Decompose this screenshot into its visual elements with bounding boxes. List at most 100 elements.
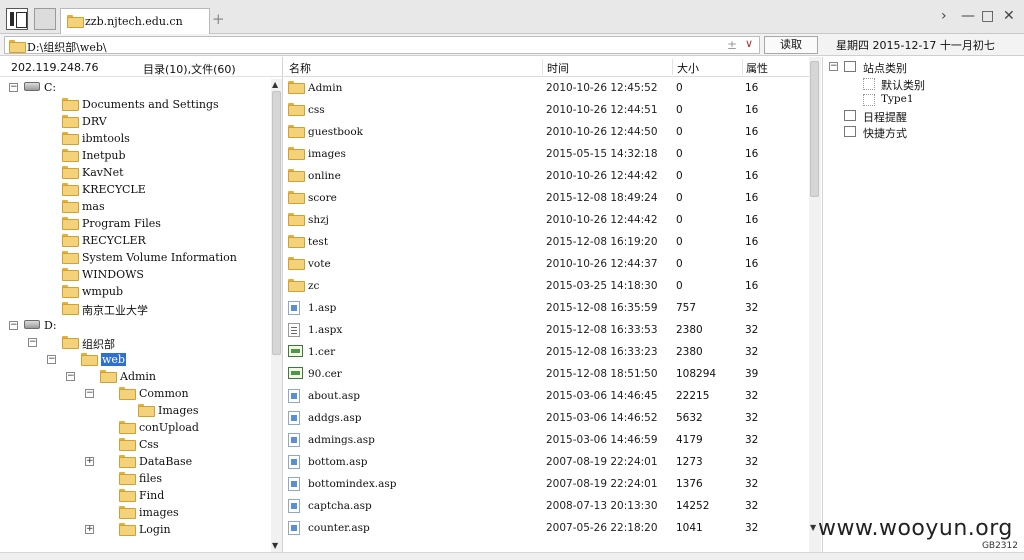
tree-node[interactable]: images — [0, 504, 270, 521]
tree-scroll-thumb[interactable] — [272, 91, 281, 355]
tree-node[interactable]: wmpub — [0, 283, 270, 300]
file-row[interactable]: 1.cer 2015-12-08 16:33:23 2380 32 — [284, 341, 809, 363]
scroll-down-icon[interactable]: ▼ — [272, 541, 278, 550]
file-size: 14252 — [676, 500, 710, 512]
collapse-icon[interactable]: − — [66, 372, 75, 381]
tree-node[interactable]: files — [0, 470, 270, 487]
forward-icon[interactable]: › — [941, 8, 947, 24]
expand-icon[interactable]: + — [85, 457, 94, 466]
bookmark-item[interactable]: 日程提醒 — [823, 108, 1023, 124]
file-row[interactable]: captcha.asp 2008-07-13 20:13:30 14252 32 — [284, 495, 809, 517]
column-time[interactable]: 时间 — [547, 60, 569, 76]
bookmark-item[interactable]: 默认类别 — [823, 76, 1023, 92]
file-row[interactable]: about.asp 2015-03-06 14:46:45 22215 32 — [284, 385, 809, 407]
chevron-down-icon[interactable]: ∨ — [745, 37, 753, 50]
scroll-down-icon[interactable]: ▼ — [810, 523, 816, 532]
file-size: 2380 — [676, 346, 703, 358]
tree-node[interactable]: − 组织部 — [0, 334, 270, 351]
column-size[interactable]: 大小 — [677, 60, 699, 76]
tree-node[interactable]: Documents and Settings — [0, 96, 270, 113]
tree-node[interactable]: + Login — [0, 521, 270, 538]
tree-node[interactable]: conUpload — [0, 419, 270, 436]
bookmark-item[interactable]: − 站点类别 — [823, 59, 1023, 75]
tree-node[interactable]: 南京工业大学 — [0, 300, 270, 317]
file-row[interactable]: 1.aspx 2015-12-08 16:33:53 2380 32 — [284, 319, 809, 341]
collapse-icon[interactable]: − — [47, 355, 56, 364]
tree-node[interactable]: Images — [0, 402, 270, 419]
file-row[interactable]: 90.cer 2015-12-08 18:51:50 108294 39 — [284, 363, 809, 385]
tree-node[interactable]: RECYCLER — [0, 232, 270, 249]
toggle-panel-button[interactable] — [6, 8, 28, 30]
tree-node[interactable]: + DataBase — [0, 453, 270, 470]
tree-node[interactable]: WINDOWS — [0, 266, 270, 283]
collapse-icon[interactable]: − — [28, 338, 37, 347]
tab-site[interactable]: zzb.njtech.edu.cn — [60, 8, 210, 34]
encoding-label: GB2312 — [981, 541, 1018, 551]
bookmark-item[interactable]: 快捷方式 — [823, 124, 1023, 140]
tree-icon-wrap — [100, 370, 117, 384]
file-row[interactable]: images 2015-05-15 14:32:18 0 16 — [284, 143, 809, 165]
tree-node[interactable]: Inetpub — [0, 147, 270, 164]
file-name: bottomindex.asp — [308, 478, 397, 490]
file-row[interactable]: online 2010-10-26 12:44:42 0 16 — [284, 165, 809, 187]
blank-tab-button[interactable] — [34, 8, 56, 30]
list-scroll-thumb[interactable] — [810, 61, 819, 197]
file-row[interactable]: css 2010-10-26 12:44:51 0 16 — [284, 99, 809, 121]
file-row[interactable]: test 2015-12-08 16:19:20 0 16 — [284, 231, 809, 253]
file-row[interactable]: 1.asp 2015-12-08 16:35:59 757 32 — [284, 297, 809, 319]
collapse-icon[interactable]: − — [9, 321, 18, 330]
list-scrollbar[interactable]: ▼ — [809, 57, 821, 552]
tree-node[interactable]: − Common — [0, 385, 270, 402]
folder-icon — [62, 302, 79, 315]
file-row[interactable]: bottomindex.asp 2007-08-19 22:24:01 1376 32 — [284, 473, 809, 495]
file-attr: 16 — [745, 280, 759, 292]
tree-node[interactable]: mas — [0, 198, 270, 215]
column-attr[interactable]: 属性 — [746, 60, 768, 76]
tree-node-label: Admin — [120, 370, 157, 383]
plus-minus-icon[interactable]: ± — [727, 38, 737, 52]
file-name: score — [308, 192, 337, 204]
path-input[interactable]: D:\组织部\web\ ± ∨ — [4, 36, 760, 54]
minimize-button[interactable]: — — [961, 8, 975, 24]
tree-icon-wrap — [24, 81, 40, 94]
tree-node[interactable]: DRV — [0, 113, 270, 130]
collapse-icon[interactable]: − — [829, 62, 838, 71]
file-row[interactable]: counter.asp 2007-05-26 22:18:20 1041 32 — [284, 517, 809, 539]
file-row[interactable]: admings.asp 2015-03-06 14:46:59 4179 32 — [284, 429, 809, 451]
file-row[interactable]: guestbook 2010-10-26 12:44:50 0 16 — [284, 121, 809, 143]
tree-scrollbar[interactable]: ▲ ▼ — [271, 79, 282, 552]
tree-node[interactable]: KavNet — [0, 164, 270, 181]
file-row[interactable]: Admin 2010-10-26 12:45:52 0 16 — [284, 77, 809, 99]
file-row[interactable]: zc 2015-03-25 14:18:30 0 16 — [284, 275, 809, 297]
maximize-button[interactable]: □ — [981, 8, 994, 24]
expand-icon[interactable]: + — [85, 525, 94, 534]
file-row[interactable]: shzj 2010-10-26 12:44:42 0 16 — [284, 209, 809, 231]
file-row[interactable]: addgs.asp 2015-03-06 14:46:52 5632 32 — [284, 407, 809, 429]
file-row[interactable]: vote 2010-10-26 12:44:37 0 16 — [284, 253, 809, 275]
tree-node[interactable]: − Admin — [0, 368, 270, 385]
row-icon-wrap — [288, 389, 300, 406]
tree-node[interactable]: − C: — [0, 79, 270, 96]
read-button[interactable]: 读取 — [764, 36, 818, 54]
scroll-up-icon[interactable]: ▲ — [272, 80, 278, 89]
bookmark-item[interactable]: Type1 — [823, 92, 1023, 108]
collapse-icon[interactable]: − — [9, 83, 18, 92]
file-row[interactable]: score 2015-12-08 18:49:24 0 16 — [284, 187, 809, 209]
file-row[interactable]: bottom.asp 2007-08-19 22:24:01 1273 32 — [284, 451, 809, 473]
tree-node[interactable]: System Volume Information — [0, 249, 270, 266]
tree-node[interactable]: Css — [0, 436, 270, 453]
tree-node[interactable]: − D: — [0, 317, 270, 334]
close-button[interactable]: ✕ — [1003, 8, 1015, 24]
add-tab-button[interactable]: + — [212, 10, 225, 28]
collapse-icon[interactable]: − — [85, 389, 94, 398]
column-name[interactable]: 名称 — [289, 60, 311, 76]
tree-node[interactable]: Program Files — [0, 215, 270, 232]
tree-node[interactable]: KRECYCLE — [0, 181, 270, 198]
tree-node-label: conUpload — [139, 421, 199, 434]
tree-node[interactable]: ibmtools — [0, 130, 270, 147]
tree-node[interactable]: Find — [0, 487, 270, 504]
folder-icon — [62, 98, 79, 111]
file-attr: 32 — [745, 500, 759, 512]
file-time: 2015-12-08 16:19:20 — [546, 236, 658, 248]
tree-node[interactable]: − web — [0, 351, 270, 368]
